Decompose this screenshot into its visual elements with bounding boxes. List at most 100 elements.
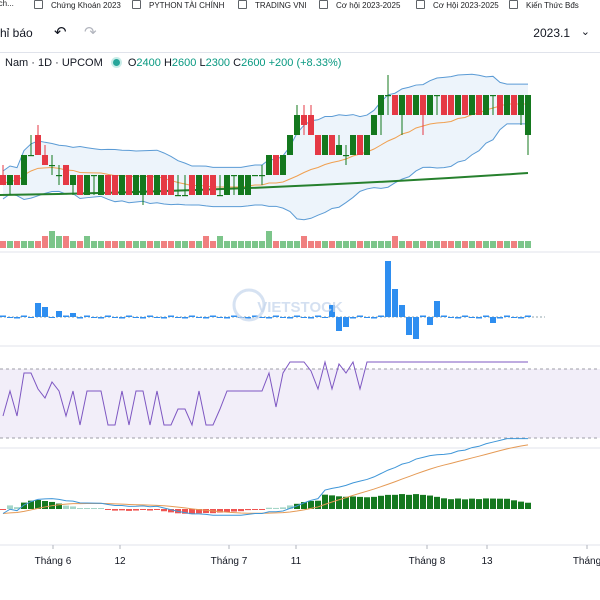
macd-histogram-bar xyxy=(455,498,461,509)
volume-bar xyxy=(504,241,510,248)
indicators-label[interactable]: hỉ báo xyxy=(0,26,33,40)
candle-body xyxy=(434,95,440,97)
volume-bar xyxy=(364,241,370,248)
volume-bar xyxy=(49,231,55,248)
macd-histogram-bar xyxy=(518,501,524,509)
x-axis-label: 13 xyxy=(481,556,493,567)
volume-bar xyxy=(301,236,307,248)
bookmark-item[interactable]: Cơ hội 2023-2025 xyxy=(319,0,400,14)
bookmark-item[interactable]: Chứng Khoán 2023 xyxy=(34,0,121,14)
volume-bar xyxy=(175,241,181,248)
volume-bar xyxy=(217,236,223,248)
macd-histogram-bar xyxy=(294,503,300,509)
volume-bar xyxy=(119,241,125,248)
macd-histogram-bar xyxy=(315,500,321,509)
date-range-value[interactable]: 2023.1 xyxy=(533,26,570,40)
x-axis-label: 11 xyxy=(291,556,302,567)
flow-bar xyxy=(63,315,69,317)
volume-bar xyxy=(469,241,475,248)
candle-body xyxy=(497,95,503,115)
candle-body xyxy=(0,175,6,185)
macd-histogram-bar xyxy=(301,502,307,509)
volume-bar xyxy=(35,241,41,248)
volume-bar xyxy=(406,241,412,248)
volume-bar xyxy=(14,241,20,248)
candle-body xyxy=(336,145,342,155)
volume-bar xyxy=(168,241,174,248)
flow-bar xyxy=(203,317,209,319)
folder-icon xyxy=(416,0,425,9)
volume-bar xyxy=(413,241,419,248)
macd-histogram-bar xyxy=(280,507,286,509)
candle-body xyxy=(112,175,118,195)
bookmark-item[interactable]: ...ch... xyxy=(0,0,14,14)
flow-bar xyxy=(301,317,307,318)
macd-histogram-bar xyxy=(0,509,6,510)
bookmark-item[interactable]: Kiến Thức Bđs xyxy=(509,0,579,14)
candle-body xyxy=(14,175,20,185)
bookmark-item[interactable]: PYTHON TÀI CHÍNH xyxy=(132,0,224,14)
flow-bar xyxy=(399,305,405,317)
flow-bar xyxy=(322,317,328,318)
bookmark-item[interactable]: Cơ Hội 2023-2025 xyxy=(416,0,499,14)
candle-body xyxy=(385,95,391,97)
macd-histogram-bar xyxy=(56,503,62,509)
volume-bar xyxy=(420,241,426,248)
candle-body xyxy=(476,95,482,115)
flow-bar xyxy=(238,317,244,318)
macd-histogram-bar xyxy=(336,496,342,509)
macd-histogram-bar xyxy=(112,509,118,511)
macd-histogram-bar xyxy=(497,498,503,509)
macd-histogram-bar xyxy=(231,509,237,512)
macd-histogram-bar xyxy=(476,499,482,509)
volume-bar xyxy=(294,241,300,248)
volume-bar xyxy=(427,241,433,248)
open-value: 2400 xyxy=(136,57,161,69)
macd-histogram-bar xyxy=(217,509,223,513)
candle-body xyxy=(378,95,384,115)
macd-histogram-bar xyxy=(133,509,139,511)
symbol-label[interactable]: Nam · 1D · UPCOM xyxy=(5,57,103,69)
bookmark-item[interactable]: TRADING VNI xyxy=(238,0,307,14)
volume-bar xyxy=(525,241,531,248)
candle-body xyxy=(77,175,83,195)
candle-body xyxy=(252,175,258,177)
macd-histogram-bar xyxy=(77,508,83,509)
flow-bar xyxy=(294,315,300,317)
flow-bar xyxy=(469,317,475,318)
candle-body xyxy=(364,135,370,155)
flow-bar xyxy=(273,315,279,317)
volume-bar xyxy=(322,241,328,248)
flow-bar xyxy=(161,317,167,319)
candle-body xyxy=(161,175,167,195)
candle-body xyxy=(371,115,377,135)
candle-body xyxy=(63,165,69,185)
chart-canvas[interactable]: VIETSTOCK Tháng 6 12 Tháng 7 11 Tháng 8 13 Thá… xyxy=(0,0,600,600)
candle-body xyxy=(203,175,209,195)
macd-histogram-bar xyxy=(154,509,160,510)
volume-bar xyxy=(490,241,496,248)
flow-bar xyxy=(525,315,531,317)
x-axis-label: 12 xyxy=(114,556,126,567)
volume-bar xyxy=(476,241,482,248)
bollinger-fill xyxy=(3,74,528,220)
flow-bar xyxy=(336,317,342,331)
chart-toolbar: hỉ báo ↶ ↷ 2023.1 ⌄ xyxy=(0,14,600,53)
macd-histogram-bar xyxy=(434,496,440,509)
chevron-down-icon[interactable]: ⌄ xyxy=(581,25,590,38)
candle-body xyxy=(504,95,510,115)
macd-histogram-bar xyxy=(189,509,195,515)
volume-bar xyxy=(518,241,524,248)
macd-histogram-bar xyxy=(427,495,433,509)
candle-body xyxy=(126,175,132,195)
macd-histogram-bar xyxy=(14,507,20,509)
flow-bar xyxy=(224,317,230,319)
bollinger-upper xyxy=(2,73,528,172)
flow-bar xyxy=(504,315,510,317)
volume-bar xyxy=(385,241,391,248)
flow-bar xyxy=(126,315,132,317)
candle-body xyxy=(280,155,286,175)
redo-arrow-icon[interactable]: ↷ xyxy=(84,23,97,41)
volume-bar xyxy=(441,241,447,248)
undo-arrow-icon[interactable]: ↶ xyxy=(54,23,67,41)
